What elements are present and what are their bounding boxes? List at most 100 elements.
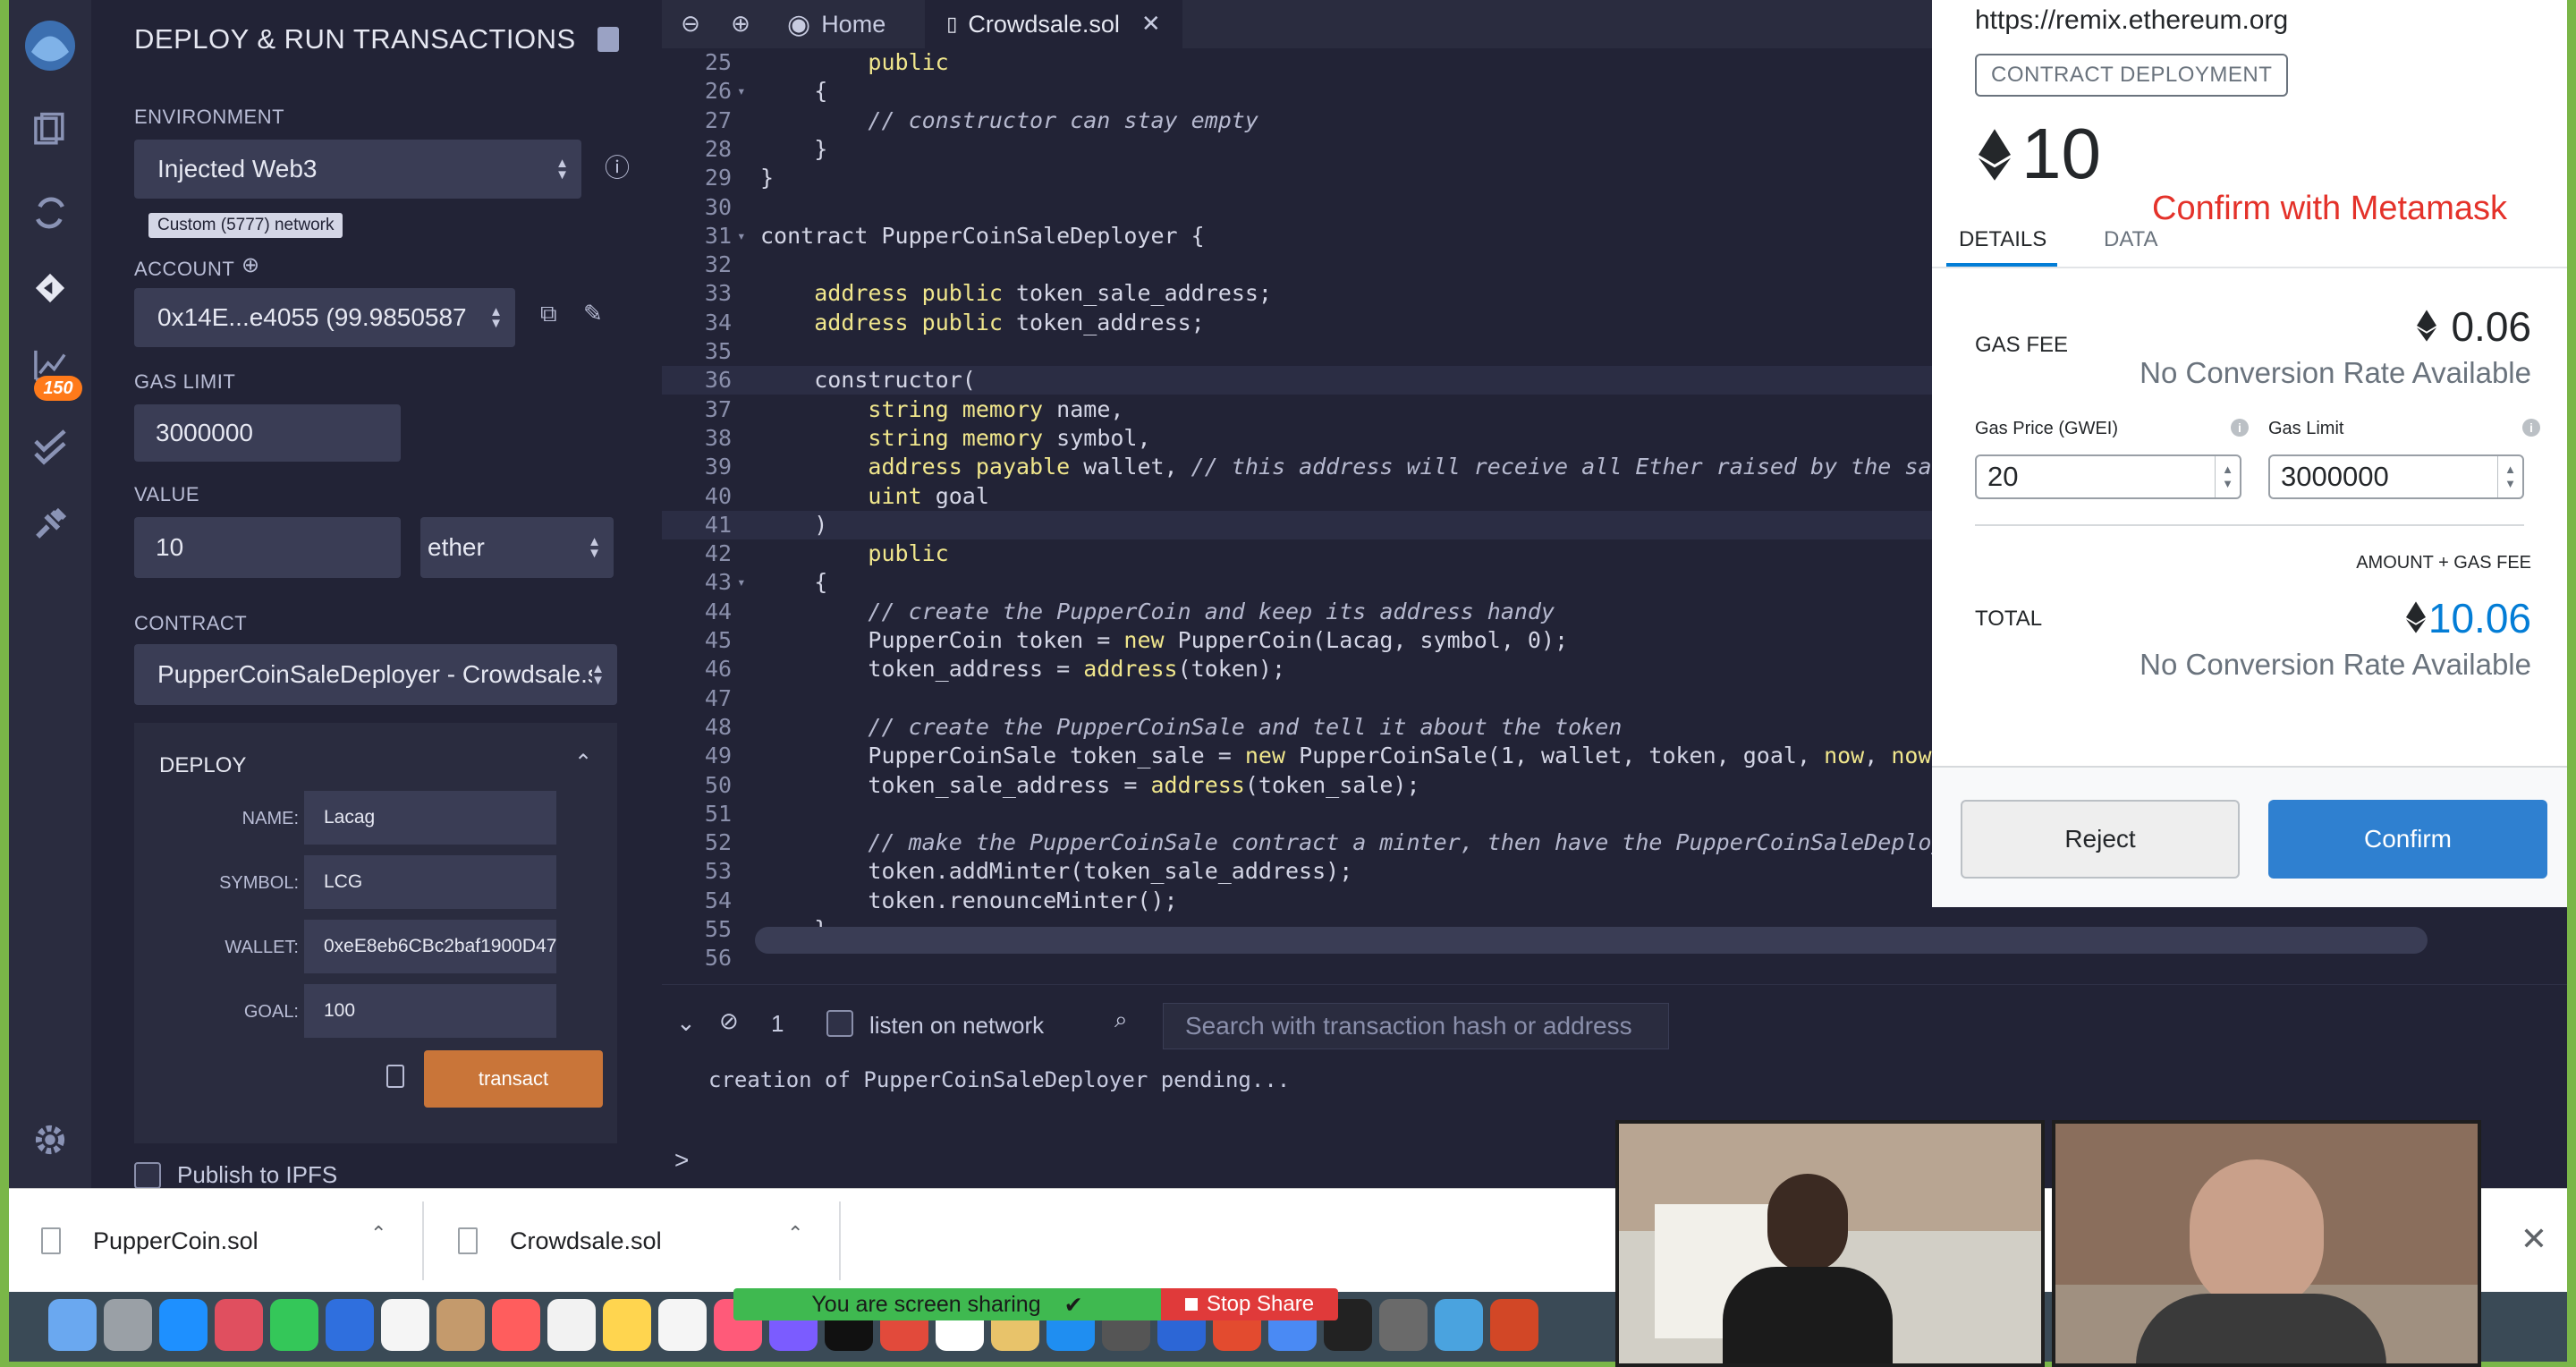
testing-icon[interactable] — [25, 420, 75, 471]
account-select[interactable]: 0x14E...e4055 (99.9850587 ▲ ▼ — [134, 288, 515, 347]
param-wallet-label: WALLET: — [225, 938, 299, 957]
zoom-out-icon[interactable]: ⊖ — [665, 11, 716, 38]
dock-app-icon[interactable] — [547, 1299, 596, 1351]
param-wallet-input[interactable]: 0xeE8eb6CBc2baf1900D4705 — [304, 920, 556, 973]
code-text: token_address = address(token); — [760, 656, 1286, 683]
value-unit-select[interactable]: ether ▲ ▼ — [420, 517, 614, 578]
code-line: 31 ▾ contract PupperCoinSaleDeployer { — [662, 222, 1932, 250]
dock-app-icon[interactable] — [1435, 1299, 1483, 1351]
line-number: 56 — [704, 945, 732, 972]
dock-app-icon[interactable] — [48, 1299, 97, 1351]
pending-count: 1 — [771, 1010, 784, 1037]
environment-value: Injected Web3 — [157, 155, 318, 183]
param-symbol-input[interactable]: LCG — [304, 855, 556, 909]
dock-app-icon[interactable] — [436, 1299, 485, 1351]
zoom-in-icon[interactable]: ⊕ — [716, 11, 766, 38]
dock-app-icon[interactable] — [104, 1299, 152, 1351]
transaction-search-input[interactable]: Search with transaction hash or address — [1163, 1003, 1669, 1049]
value-unit: ether — [428, 533, 485, 561]
chevron-up-icon[interactable]: ⌃ — [370, 1223, 386, 1245]
download-item-crowdsale[interactable]: Crowdsale.sol — [458, 1189, 662, 1293]
code-line: 46 token_address = address(token); — [662, 655, 1932, 684]
ether-icon — [1979, 129, 2011, 181]
code-line: 27 // constructor can stay empty — [662, 106, 1932, 135]
fold-toggle-icon[interactable]: ▾ — [737, 568, 746, 597]
compiler-icon[interactable] — [25, 188, 75, 238]
documentation-icon[interactable] — [597, 27, 619, 52]
gas-limit-input[interactable]: 3000000 — [134, 404, 401, 462]
code-line: 32 — [662, 250, 1932, 279]
stop-share-button[interactable]: Stop Share — [1161, 1288, 1338, 1320]
deploy-run-icon[interactable] — [25, 263, 75, 313]
gas-limit-info-icon[interactable]: i — [2522, 419, 2540, 437]
download-item-puppercoin[interactable]: PupperCoin.sol — [41, 1189, 258, 1293]
remix-logo-icon[interactable] — [14, 14, 86, 77]
param-name-label: NAME: — [242, 809, 299, 828]
dock-app-icon[interactable] — [215, 1299, 263, 1351]
file-explorer-icon[interactable] — [25, 106, 75, 156]
gas-limit-stepper-icon[interactable]: ▲ ▼ — [2497, 456, 2522, 497]
select-arrows-icon: ▲ ▼ — [591, 661, 605, 688]
close-tab-icon[interactable]: ✕ — [1141, 11, 1161, 38]
tab-home-label: Home — [821, 10, 886, 38]
dock-app-icon[interactable] — [159, 1299, 208, 1351]
close-downloads-icon[interactable]: ✕ — [2521, 1221, 2547, 1258]
gas-price-input[interactable]: 20 ▲ ▼ — [1975, 454, 2241, 499]
tab-details[interactable]: DETAILS — [1959, 227, 2046, 252]
transact-button[interactable]: transact — [424, 1050, 603, 1108]
copy-account-icon[interactable]: ⧉ — [540, 301, 557, 328]
chevron-up-icon[interactable]: ⌃ — [787, 1223, 803, 1245]
code-text: string memory symbol, — [868, 424, 1151, 451]
copy-calldata-icon[interactable] — [386, 1065, 404, 1088]
gas-limit-mm-label: Gas Limit — [2268, 419, 2344, 438]
gas-price-stepper-icon[interactable]: ▲ ▼ — [2215, 456, 2240, 497]
select-arrows-icon: ▲ ▼ — [588, 534, 601, 561]
dock-app-icon[interactable] — [492, 1299, 540, 1351]
gas-price-info-icon[interactable]: i — [2231, 419, 2249, 437]
confirm-button[interactable]: Confirm — [2268, 800, 2547, 879]
reject-button[interactable]: Reject — [1961, 800, 2240, 879]
dock-app-icon[interactable] — [1490, 1299, 1538, 1351]
listen-network-checkbox[interactable] — [826, 1010, 853, 1037]
code-line: 48 // create the PupperCoinSale and tell… — [662, 713, 1932, 742]
dock-app-icon[interactable] — [270, 1299, 318, 1351]
collapse-caret-icon[interactable]: ⌃ — [574, 750, 592, 776]
add-account-icon[interactable]: ⊕ — [242, 252, 259, 277]
line-number: 45 — [704, 627, 732, 653]
info-icon[interactable]: ⓘ — [605, 149, 630, 184]
environment-select[interactable]: Injected Web3 ▲ ▼ — [134, 140, 581, 199]
dock-app-icon[interactable] — [326, 1299, 374, 1351]
param-goal-input[interactable]: 100 — [304, 984, 556, 1038]
dock-app-icon[interactable] — [603, 1299, 651, 1351]
edit-account-icon[interactable]: ✎ — [583, 301, 603, 327]
gas-limit-mm-input[interactable]: 3000000 ▲ ▼ — [2268, 454, 2524, 499]
line-number: 51 — [704, 800, 732, 827]
fold-toggle-icon[interactable]: ▾ — [737, 222, 746, 250]
gas-price-label: Gas Price (GWEI) — [1975, 419, 2119, 438]
tab-crowdsale[interactable]: ▯ Crowdsale.sol ✕ — [925, 0, 1182, 48]
fold-toggle-icon[interactable]: ▾ — [737, 77, 746, 106]
value-input[interactable]: 10 — [134, 517, 401, 578]
transaction-type-chip: CONTRACT DEPLOYMENT — [1975, 54, 2289, 97]
code-line: 37 string memory name, — [662, 395, 1932, 424]
line-number: 25 — [704, 49, 732, 75]
dock-app-icon[interactable] — [1379, 1299, 1428, 1351]
dock-app-icon[interactable] — [381, 1299, 429, 1351]
code-text: token.renounceMinter(); — [760, 887, 1178, 913]
dock-app-icon[interactable] — [658, 1299, 707, 1351]
publish-ipfs-checkbox[interactable] — [134, 1161, 161, 1189]
plugin-icon[interactable] — [25, 499, 75, 549]
collapse-terminal-icon[interactable]: ⌄ — [676, 1010, 696, 1037]
contract-select[interactable]: PupperCoinSaleDeployer - Crowdsale.sol ▲… — [134, 644, 617, 705]
settings-gear-icon[interactable] — [25, 1115, 75, 1165]
code-line: 47 — [662, 684, 1932, 713]
horizontal-scrollbar[interactable] — [755, 927, 2428, 954]
param-name-input[interactable]: Lacag — [304, 791, 556, 845]
tab-home[interactable]: ◉ Home — [766, 0, 907, 48]
code-line: 28 } — [662, 135, 1932, 164]
terminal-prompt[interactable]: > — [674, 1146, 689, 1175]
clear-console-icon[interactable]: ⊘ — [719, 1008, 739, 1035]
tab-data[interactable]: DATA — [2104, 227, 2157, 252]
code-text: address payable wallet, // this address … — [868, 454, 1959, 480]
line-number: 55 — [704, 916, 732, 942]
